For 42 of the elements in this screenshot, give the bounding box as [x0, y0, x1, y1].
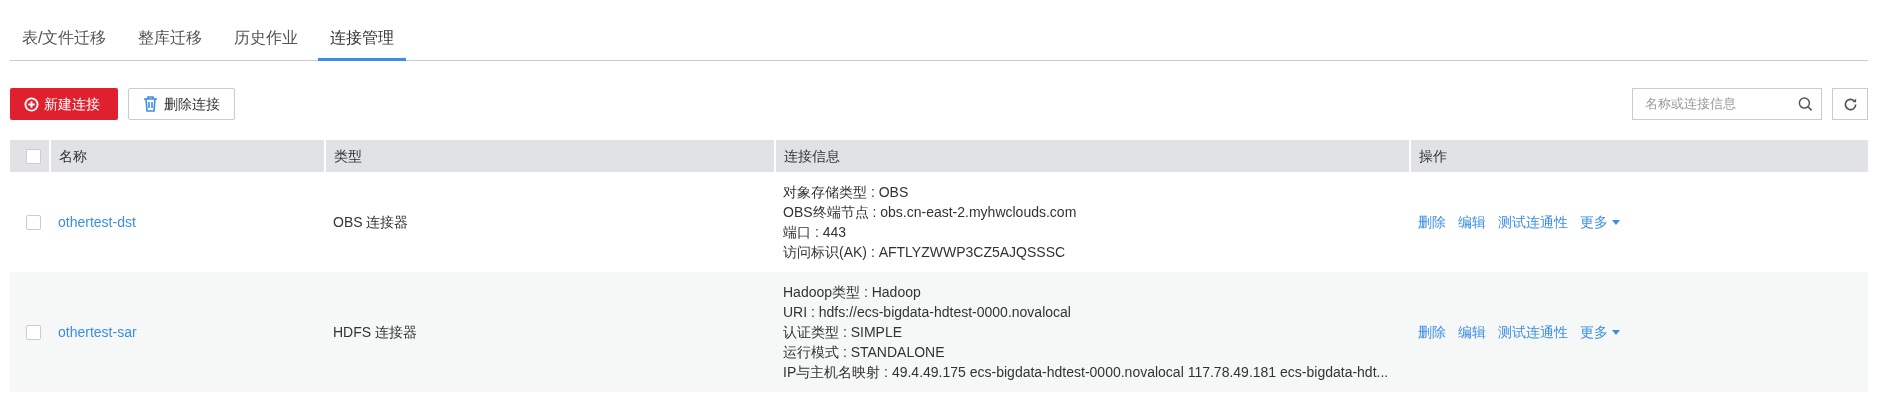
action-link[interactable]: 删除: [1418, 321, 1446, 343]
connection-info-line: URI : hdfs://ecs-bigdata-hdtest-0000.novalocal: [783, 303, 1072, 322]
connection-name-link[interactable]: othertest-sar: [58, 323, 137, 340]
tab[interactable]: 整库迁移: [126, 22, 215, 61]
tab[interactable]: 历史作业: [222, 22, 311, 61]
column-header: 操作: [1419, 147, 1447, 164]
connection-name-link[interactable]: othertest-dst: [58, 213, 136, 230]
column-header: 连接信息: [784, 147, 840, 164]
more-dropdown[interactable]: 更多: [1580, 211, 1620, 233]
connection-info-line: 访问标识(AK) : AFTLYZWWP3CZ5AJQSSSC: [783, 243, 1067, 262]
row-checkbox[interactable]: [26, 215, 41, 231]
more-dropdown[interactable]: 更多: [1580, 321, 1620, 343]
column-header: 类型: [334, 147, 362, 164]
action-link[interactable]: 编辑: [1458, 211, 1486, 233]
select-all-checkbox[interactable]: [26, 149, 41, 165]
action-link[interactable]: 删除: [1418, 211, 1446, 233]
row-checkbox[interactable]: [26, 325, 41, 341]
connection-info-line: 运行模式 : STANDALONE: [783, 343, 946, 362]
connector-type: HDFS 连接器: [333, 323, 417, 340]
refresh-button[interactable]: [1832, 88, 1868, 120]
search-box[interactable]: 名称或连接信息: [1632, 88, 1822, 120]
search-icon: [1798, 96, 1813, 112]
delete-connection-button[interactable]: 删除连接: [128, 88, 235, 120]
tab[interactable]: 连接管理: [318, 22, 407, 61]
caret-icon: [1611, 220, 1620, 226]
connection-info-line: OBS终端节点 : obs.cn-east-2.myhwclouds.com: [783, 203, 1078, 222]
column-header: 名称: [59, 147, 87, 164]
trash-icon: [143, 96, 158, 112]
action-link[interactable]: 测试连通性: [1498, 321, 1568, 343]
connection-info-line: Hadoop类型 : Hadoop: [783, 283, 922, 302]
connection-info-line: 对象存储类型 : OBS: [783, 183, 910, 202]
connection-info-line: IP与主机名映射 : 49.4.49.175 ecs-bigdata-hdtest-0000.novalocal 117.78.49.181 ecs-bigdata-hdt...: [783, 363, 1390, 382]
connection-info-line: 认证类型 : SIMPLE: [783, 323, 904, 342]
action-link[interactable]: 编辑: [1458, 321, 1486, 343]
caret-icon: [1611, 330, 1620, 336]
plus-circle-icon: [24, 96, 39, 112]
action-link[interactable]: 测试连通性: [1498, 211, 1568, 233]
new-connection-button[interactable]: 新建连接: [10, 88, 118, 120]
connection-info-line: 端口 : 443: [783, 223, 848, 242]
connector-type: OBS 连接器: [333, 213, 409, 230]
tab[interactable]: 表/文件迁移: [10, 22, 119, 61]
refresh-icon: [1842, 96, 1858, 112]
